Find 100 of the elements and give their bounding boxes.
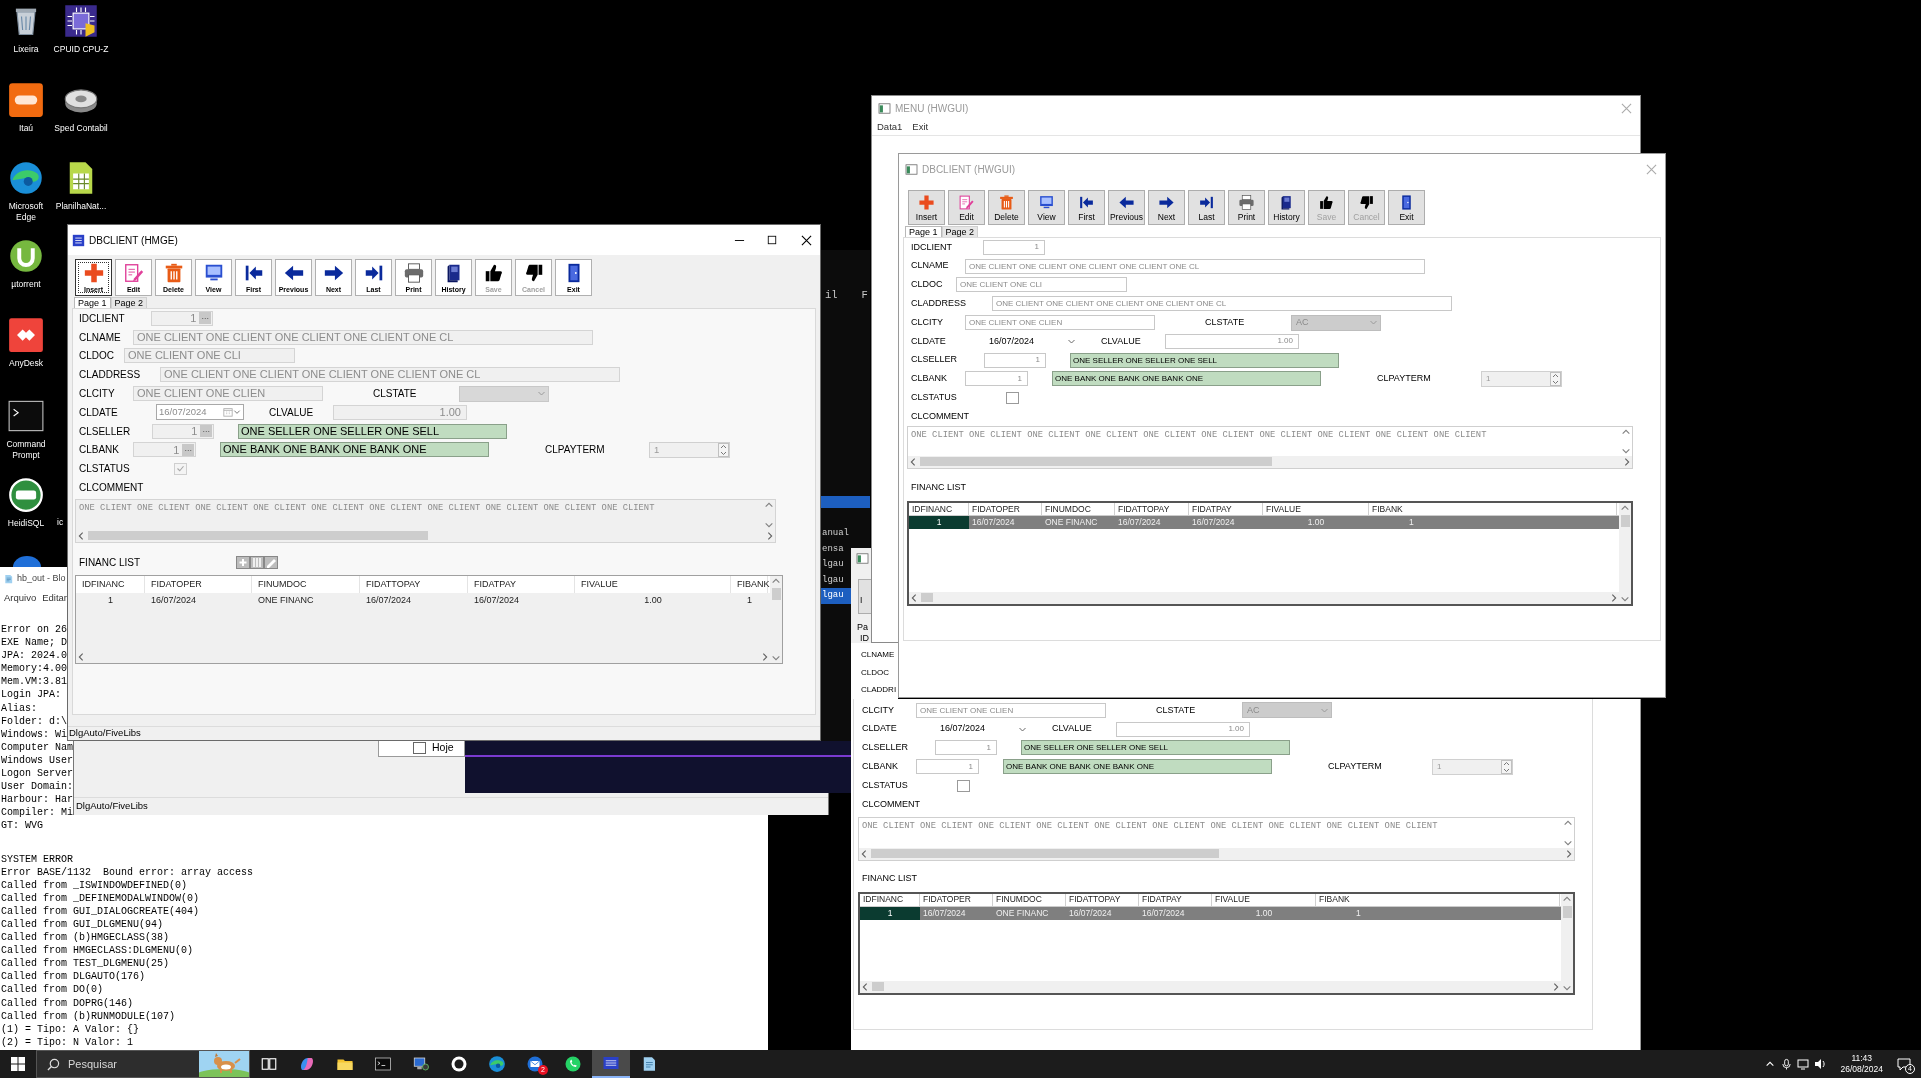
- column-header[interactable]: FIDATTOPAY: [1115, 502, 1189, 515]
- desktop-icon-label[interactable]: Itaú: [18, 123, 34, 134]
- comment-box[interactable]: ONE CLIENT ONE CLIENT ONE CLIENT ONE CLIENT ONE CLIENT ONE CLIENT ONE CLIENT ONE CLIENT ONE CLIENT ONE CLIENT: [907, 425, 1633, 469]
- desktop-icon-label[interactable]: PlanilhaNat...: [55, 201, 107, 212]
- column-header[interactable]: FIBANK: [731, 575, 768, 593]
- desktop-icon-label[interactable]: AnyDesk: [9, 358, 43, 369]
- desktop-icon-label[interactable]: ic: [57, 517, 64, 528]
- scroll-thumb[interactable]: [771, 587, 781, 600]
- round-badge-icon[interactable]: [8, 477, 44, 513]
- menu-item[interactable]: Exit: [912, 120, 929, 135]
- column-header[interactable]: FIDATPAY: [1189, 502, 1263, 515]
- scroll-thumb[interactable]: [1620, 514, 1630, 527]
- toolbar-button[interactable]: View: [1028, 190, 1065, 225]
- toolbar-button[interactable]: History: [1268, 190, 1305, 225]
- column-header[interactable]: FIDATOPER: [145, 575, 252, 593]
- swirl-icon[interactable]: [8, 160, 44, 196]
- menu-item[interactable]: Arquivo: [4, 591, 37, 606]
- scrollbar[interactable]: [860, 980, 1561, 993]
- number-field[interactable]: 1 ...: [152, 423, 214, 439]
- chevron-up-icon[interactable]: [1765, 1059, 1776, 1069]
- u-circle-icon[interactable]: [8, 238, 44, 274]
- scroll-thumb[interactable]: [88, 531, 428, 541]
- number-field[interactable]: 1.00: [1165, 333, 1299, 349]
- number-field[interactable]: 1 ...: [151, 310, 213, 326]
- toolbar-button[interactable]: Exit: [1388, 190, 1425, 225]
- text-field[interactable]: ONE CLIENT ONE CLI: [956, 277, 1127, 293]
- scrollbar[interactable]: [76, 529, 775, 542]
- comment-box[interactable]: ONE CLIENT ONE CLIENT ONE CLIENT ONE CLIENT ONE CLIENT ONE CLIENT ONE CLIENT ONE CLIENT ONE CLIENT ONE CLIENT: [858, 816, 1575, 861]
- column-header[interactable]: FIDATTOPAY: [360, 575, 468, 593]
- scroll-thumb[interactable]: [872, 982, 884, 992]
- column-header[interactable]: FIVALUE: [1212, 893, 1316, 906]
- tab[interactable]: Pa: [857, 622, 871, 632]
- lookup-button[interactable]: ...: [182, 443, 194, 456]
- scrollbar[interactable]: [770, 575, 782, 663]
- scrollbar[interactable]: [909, 591, 1619, 604]
- close-icon[interactable]: [801, 234, 812, 246]
- date-field[interactable]: 16/07/2024: [988, 333, 1076, 350]
- column-header[interactable]: FINUMDOC: [1042, 502, 1115, 515]
- desktop-icon-label[interactable]: µtorrent: [11, 279, 41, 290]
- text-field[interactable]: ONE CLIENT ONE CLIEN: [916, 702, 1106, 718]
- add-icon[interactable]: [236, 556, 250, 570]
- column-header[interactable]: FIDATPAY: [468, 575, 575, 593]
- number-field[interactable]: 1: [983, 239, 1045, 255]
- toolbar-button[interactable]: Delete: [988, 190, 1025, 225]
- checkbox[interactable]: [413, 741, 426, 754]
- clock-time[interactable]: 11:43: [1851, 1053, 1873, 1064]
- toolbar-button[interactable]: First: [1068, 190, 1105, 225]
- checkbox[interactable]: [1006, 391, 1019, 404]
- edit-icon[interactable]: [264, 556, 278, 570]
- column-header[interactable]: FINUMDOC: [993, 893, 1066, 906]
- number-field[interactable]: 1: [965, 371, 1028, 387]
- column-header[interactable]: FIVALUE: [575, 575, 731, 593]
- menu-item[interactable]: Editar: [42, 591, 68, 606]
- scrollbar[interactable]: [1619, 502, 1631, 604]
- tile-icon[interactable]: [8, 82, 44, 118]
- desktop-icon-label[interactable]: Microsoft Edge: [0, 201, 52, 223]
- column-header[interactable]: FIBANK: [1369, 502, 1617, 515]
- scroll-thumb[interactable]: [921, 593, 933, 603]
- toolbar-button[interactable]: Last: [1188, 190, 1225, 225]
- number-field[interactable]: 1: [935, 740, 997, 756]
- network-icon[interactable]: [1797, 1058, 1810, 1070]
- column-header[interactable]: FINUMDOC: [252, 575, 360, 593]
- scroll-thumb[interactable]: [920, 457, 1272, 467]
- number-field[interactable]: 1: [984, 352, 1046, 368]
- toolbar-button[interactable]: Next: [1148, 190, 1185, 225]
- chip-icon[interactable]: [63, 3, 99, 39]
- clock-date[interactable]: 26/08/2024: [1840, 1064, 1883, 1075]
- scroll-thumb[interactable]: [871, 849, 1219, 859]
- toolbar-button[interactable]: Insert: [908, 190, 945, 225]
- text-field[interactable]: ONE CLIENT ONE CLIENT ONE CLIENT ONE CLIENT ONE CL: [965, 258, 1425, 274]
- number-field[interactable]: 1: [916, 759, 979, 775]
- diamond-tile-icon[interactable]: [8, 317, 44, 353]
- checkbox[interactable]: [957, 779, 970, 792]
- lookup-button[interactable]: ...: [199, 312, 211, 325]
- toolbar-button[interactable]: Edit: [948, 190, 985, 225]
- column-header[interactable]: FIDATOPER: [969, 502, 1042, 515]
- toolbar-button[interactable]: I: [858, 579, 871, 614]
- toolbar-button[interactable]: Print: [1228, 190, 1265, 225]
- desktop-icon-label[interactable]: Lixeira: [13, 44, 39, 55]
- search-box[interactable]: Pesquisar: [36, 1050, 250, 1078]
- column-header[interactable]: IDFINANC: [909, 502, 969, 515]
- maximize-icon[interactable]: [767, 235, 777, 245]
- desktop-icon-label[interactable]: Command Prompt: [0, 439, 52, 461]
- column-header[interactable]: FIBANK: [1316, 893, 1560, 906]
- number-field[interactable]: 1 ...: [133, 442, 196, 458]
- column-header[interactable]: IDFINANC: [76, 575, 145, 593]
- microphone-icon[interactable]: [1781, 1058, 1793, 1070]
- scroll-thumb[interactable]: [1562, 905, 1572, 918]
- scrollbar[interactable]: [1561, 893, 1573, 993]
- date-field[interactable]: 16/07/2024: [939, 721, 1027, 738]
- number-field[interactable]: 1.00: [1116, 721, 1250, 737]
- column-header[interactable]: FIVALUE: [1263, 502, 1369, 515]
- scrollbar[interactable]: [859, 847, 1574, 860]
- column-header[interactable]: FIDATOPER: [920, 893, 993, 906]
- column-header[interactable]: IDFINANC: [860, 893, 920, 906]
- desktop-icon-label[interactable]: Sped Contabil: [54, 123, 108, 134]
- text-field[interactable]: ONE CLIENT ONE CLIEN: [965, 315, 1155, 331]
- column-header[interactable]: FIDATTOPAY: [1066, 893, 1139, 906]
- toolbar-button[interactable]: Previous: [1108, 190, 1145, 225]
- speaker-icon[interactable]: [1814, 1058, 1827, 1070]
